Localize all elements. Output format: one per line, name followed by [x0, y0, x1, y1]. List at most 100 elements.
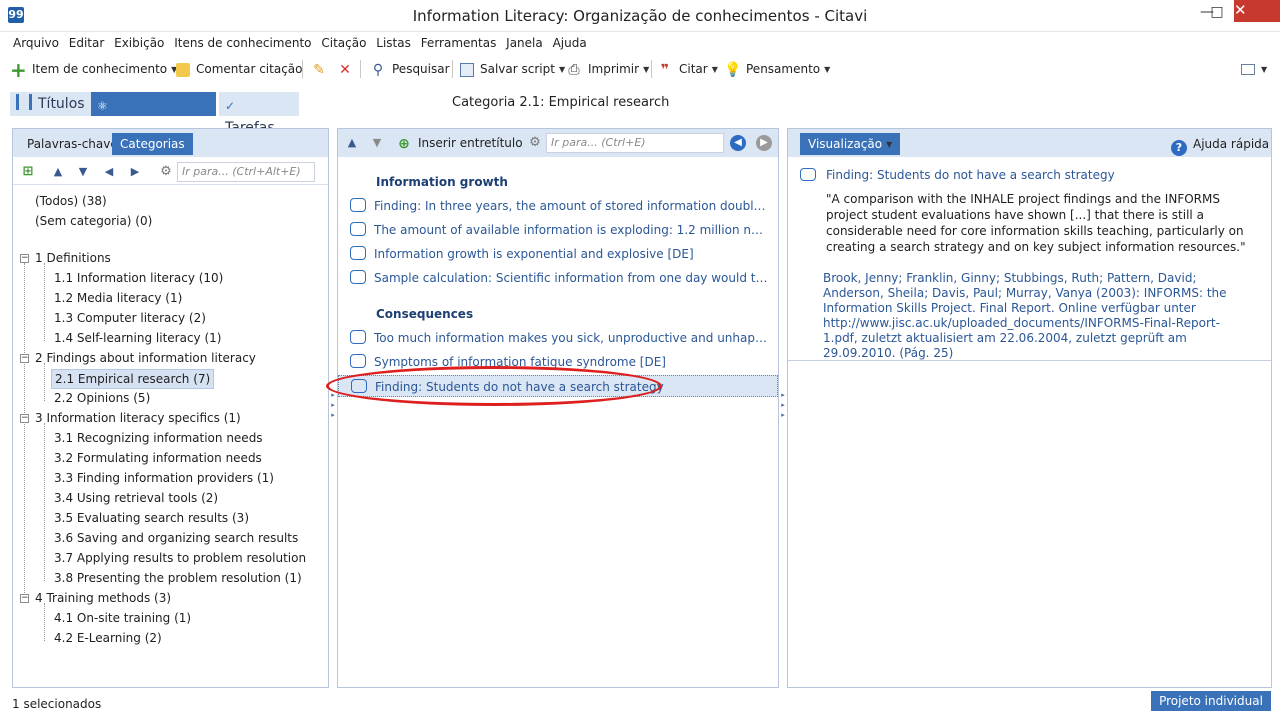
- maximize-button[interactable]: □: [1200, 0, 1234, 26]
- menu-ajuda[interactable]: Ajuda: [550, 32, 590, 54]
- toolbar: + Item de conhecimento ▼ Comentar citação …: [0, 56, 1280, 82]
- chevron-down-icon: ▼: [886, 139, 893, 149]
- tree-node-1-2[interactable]: 1.2 Media literacy (1): [54, 288, 182, 308]
- knowledge-item[interactable]: Finding: In three years, the amount of s…: [350, 195, 778, 217]
- layout-options-button[interactable]: ▼: [1241, 56, 1267, 82]
- chevron-down-icon: ▼: [824, 64, 831, 74]
- preview-item-title[interactable]: Finding: Students do not have a search s…: [800, 167, 1115, 183]
- tree-node-3-3[interactable]: 3.3 Finding information providers (1): [54, 468, 274, 488]
- pencil-icon: ✎: [313, 61, 325, 78]
- section-heading-consequences[interactable]: Consequences: [376, 307, 473, 321]
- print-button[interactable]: ⎙ Imprimir ▼: [566, 56, 649, 82]
- tree-collapse-toggle[interactable]: −: [20, 354, 29, 363]
- printer-icon: ⎙: [568, 61, 580, 78]
- mode-titles-tab[interactable]: Títulos: [10, 92, 91, 116]
- mode-tasks-tab[interactable]: ✓Tarefas: [219, 92, 299, 136]
- tree-node-1-1[interactable]: 1.1 Information literacy (10): [54, 268, 223, 288]
- tree-node-2[interactable]: 2 Findings about information literacy: [35, 348, 256, 368]
- menu-exibicao[interactable]: Exibição: [111, 32, 167, 54]
- delete-button[interactable]: ✕: [337, 56, 359, 82]
- tree-node-2-2[interactable]: 2.2 Opinions (5): [54, 388, 150, 408]
- status-bar: 1 selecionados: [0, 690, 1280, 720]
- menu-ferramentas[interactable]: Ferramentas: [418, 32, 500, 54]
- menu-editar[interactable]: Editar: [66, 32, 108, 54]
- toolbar-divider: [651, 60, 652, 78]
- knowledge-item[interactable]: The amount of available information is e…: [350, 219, 778, 241]
- category-search-input[interactable]: Ir para... (Ctrl+Alt+E): [177, 162, 315, 182]
- tree-node-3-6[interactable]: 3.6 Saving and organizing search results: [54, 528, 298, 548]
- knowledge-toolbar: ▲ ▼ ⊕ Inserir entretítulo ⚙ Ir para... (C…: [338, 129, 778, 157]
- edit-pencil-button[interactable]: ✎: [311, 56, 333, 82]
- tree-node-4-2[interactable]: 4.2 E-Learning (2): [54, 628, 162, 648]
- tree-node-2-1-selected[interactable]: 2.1 Empirical research (7): [51, 369, 215, 389]
- chevron-down-icon: ▼: [558, 64, 566, 74]
- search-button[interactable]: ⚲ Pesquisar: [370, 56, 450, 82]
- knowledge-item[interactable]: Too much information makes you sick, unp…: [350, 327, 778, 349]
- comment-quote-button[interactable]: Comentar citação: [176, 56, 303, 82]
- tree-collapse-toggle[interactable]: −: [20, 254, 29, 263]
- move-up-icon[interactable]: ▲: [50, 164, 66, 180]
- knowledge-search-input[interactable]: Ir para... (Ctrl+E): [546, 133, 724, 153]
- tree-collapse-toggle[interactable]: −: [20, 594, 29, 603]
- left-splitter-handle[interactable]: ▸ ▸ ▸: [330, 390, 336, 430]
- preview-dropdown[interactable]: Visualização ▼: [800, 133, 901, 155]
- category-pane: Palavras-chave Categorias ⊞ ▲ ▼ ◀ ▶ ⚙ Ir…: [12, 128, 329, 688]
- window-title: Information Literacy: Organização de con…: [412, 7, 868, 25]
- tree-node-3-2[interactable]: 3.2 Formulating information needs: [54, 448, 262, 468]
- tree-node-3-7[interactable]: 3.7 Applying results to problem resoluti…: [54, 548, 306, 568]
- mode-knowledge-tab[interactable]: ⚛Conhecimento: [91, 92, 216, 136]
- tree-connector: [44, 423, 45, 581]
- move-up-icon[interactable]: ▲: [344, 135, 360, 151]
- tree-node-4[interactable]: 4 Training methods (3): [35, 588, 171, 608]
- preview-source-citation[interactable]: Brook, Jenny; Franklin, Ginny; Stubbings…: [823, 271, 1253, 361]
- chevron-down-icon: ▼: [711, 64, 718, 74]
- red-highlight-ellipse: [326, 366, 662, 406]
- tree-node-1[interactable]: 1 Definitions: [35, 248, 111, 268]
- tree-uncategorized[interactable]: (Sem categoria) (0): [35, 211, 152, 231]
- thought-button[interactable]: 💡 Pensamento ▼: [724, 56, 830, 82]
- move-left-icon[interactable]: ◀: [101, 164, 117, 180]
- menu-arquivo[interactable]: Arquivo: [10, 32, 62, 54]
- tree-node-3[interactable]: 3 Information literacy specifics (1): [35, 408, 241, 428]
- category-toolbar: ⊞ ▲ ▼ ◀ ▶ ⚙ Ir para... (Ctrl+Alt+E): [13, 159, 328, 185]
- move-right-icon[interactable]: ▶: [127, 164, 143, 180]
- close-window-button[interactable]: ✕: [1234, 0, 1280, 22]
- right-splitter-handle[interactable]: ▸ ▸ ▸: [780, 390, 786, 430]
- tree-node-3-1[interactable]: 3.1 Recognizing information needs: [54, 428, 263, 448]
- knowledge-item[interactable]: Information growth is exponential and ex…: [350, 243, 778, 265]
- tab-keywords[interactable]: Palavras-chave: [19, 133, 126, 155]
- forward-arrow-icon[interactable]: ▶: [756, 135, 772, 151]
- gear-icon[interactable]: ⚙: [158, 164, 174, 180]
- tree-node-3-8[interactable]: 3.8 Presenting the problem resolution (1…: [54, 568, 302, 588]
- menu-listas[interactable]: Listas: [373, 32, 414, 54]
- tree-node-1-3[interactable]: 1.3 Computer literacy (2): [54, 308, 206, 328]
- knowledge-item[interactable]: Sample calculation: Scientific informati…: [350, 267, 778, 289]
- insert-subheading-button[interactable]: ⊕ Inserir entretítulo: [396, 130, 522, 156]
- tree-node-1-4[interactable]: 1.4 Self-learning literacy (1): [54, 328, 221, 348]
- preview-divider: [788, 360, 1271, 361]
- add-category-icon[interactable]: ⊞: [20, 164, 36, 180]
- tree-connector: [44, 603, 45, 641]
- tree-all[interactable]: (Todos) (38): [35, 191, 107, 211]
- preview-pane-header: Visualização ▼ ? Ajuda rápida: [788, 129, 1271, 157]
- menu-citacao[interactable]: Citação: [318, 32, 369, 54]
- knowledge-item-button[interactable]: + Item de conhecimento ▼: [10, 56, 177, 82]
- section-heading-information-growth[interactable]: Information growth: [376, 175, 508, 189]
- tree-node-3-4[interactable]: 3.4 Using retrieval tools (2): [54, 488, 218, 508]
- save-script-button[interactable]: Salvar script ▼: [460, 56, 565, 82]
- tab-categories[interactable]: Categorias: [112, 133, 193, 155]
- menu-itens-de-conhecimento[interactable]: Itens de conhecimento: [171, 32, 314, 54]
- tree-collapse-toggle[interactable]: −: [20, 414, 29, 423]
- move-down-icon[interactable]: ▼: [75, 164, 91, 180]
- toolbar-divider: [452, 60, 453, 78]
- quick-help-button[interactable]: ? Ajuda rápida: [1171, 134, 1269, 156]
- move-down-icon[interactable]: ▼: [369, 135, 385, 151]
- gear-icon[interactable]: ⚙: [527, 135, 543, 151]
- tree-node-3-5[interactable]: 3.5 Evaluating search results (3): [54, 508, 249, 528]
- cite-button[interactable]: ❞ Citar ▼: [657, 56, 718, 82]
- back-arrow-icon[interactable]: ◀: [730, 135, 746, 151]
- menu-janela[interactable]: Janela: [503, 32, 546, 54]
- knowledge-items-pane: ▲ ▼ ⊕ Inserir entretítulo ⚙ Ir para... (C…: [337, 128, 779, 688]
- project-type-badge[interactable]: Projeto individual: [1151, 691, 1271, 711]
- tree-node-4-1[interactable]: 4.1 On-site training (1): [54, 608, 191, 628]
